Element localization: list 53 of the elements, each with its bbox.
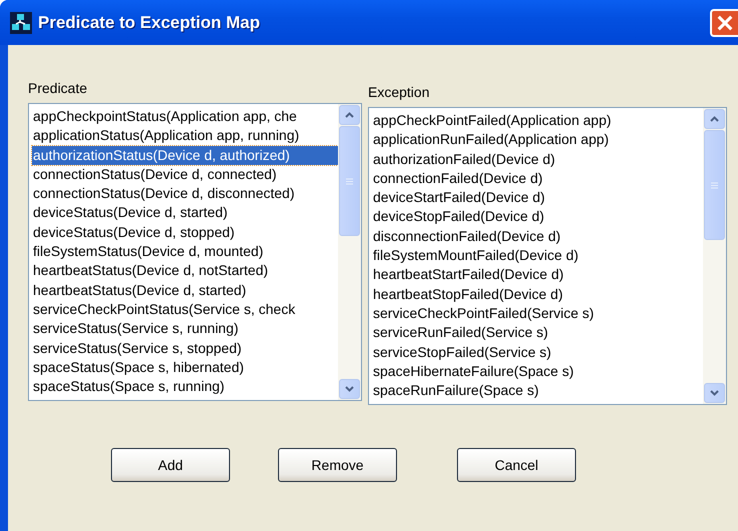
list-item[interactable]: heartbeatStatus(Device d, notStarted)	[32, 261, 338, 281]
list-item[interactable]: connectionStatus(Device d, connected)	[32, 164, 338, 184]
list-item[interactable]: fileSystemMountFailed(Device d)	[372, 246, 703, 266]
close-icon	[716, 12, 734, 32]
list-item[interactable]: authorizationFailed(Device d)	[372, 150, 703, 169]
scroll-up-button[interactable]	[339, 105, 360, 125]
list-item[interactable]: heartbeatStopFailed(Device d)	[372, 284, 703, 304]
list-item[interactable]: connectionStatus(Device d, disconnected)	[32, 184, 338, 204]
scrollbar[interactable]	[338, 104, 361, 400]
list-item[interactable]: serviceStatus(Service s, stopped)	[32, 338, 338, 358]
scroll-thumb[interactable]	[339, 126, 360, 236]
list-item[interactable]: disconnectionFailed(Device d)	[372, 226, 703, 246]
list-item[interactable]: serviceRunFailed(Service s)	[372, 323, 703, 343]
list-item[interactable]: spaceStatus(Space s, hibernated)	[32, 358, 338, 378]
list-item[interactable]: serviceCheckPointStatus(Service s, check	[32, 300, 338, 320]
scroll-down-icon	[345, 386, 354, 392]
scroll-down-icon	[710, 390, 719, 396]
list-item[interactable]: heartbeatStartFailed(Device d)	[372, 265, 703, 285]
list-item[interactable]: connectionFailed(Device d)	[372, 168, 703, 188]
list-label: Predicate	[28, 79, 88, 98]
dialog-button[interactable]: Cancel	[457, 448, 576, 482]
list-item[interactable]: spaceStatus(Space s, running)	[32, 377, 338, 396]
list-label: Exception	[368, 83, 430, 102]
list-item[interactable]: authorizationStatus(Device d, authorized)	[32, 146, 338, 165]
scroll-up-icon	[345, 112, 354, 118]
dialog-button[interactable]: Add	[111, 448, 230, 482]
list-item[interactable]: serviceStatus(Service s, running)	[32, 319, 338, 339]
list-item[interactable]: fileSystemStatus(Device d, mounted)	[32, 242, 338, 262]
dialog-button[interactable]: Remove	[278, 448, 397, 482]
list-item[interactable]: spaceRunFailure(Space s)	[372, 381, 703, 400]
list-item[interactable]: serviceCheckPointFailed(Service s)	[372, 304, 703, 324]
list-item[interactable]: deviceStopFailed(Device d)	[372, 207, 703, 227]
scrollbar[interactable]	[703, 108, 726, 404]
list-item[interactable]: deviceStatus(Device d, stopped)	[32, 222, 338, 242]
list-item[interactable]: deviceStartFailed(Device d)	[372, 188, 703, 208]
scroll-thumb[interactable]	[704, 130, 725, 240]
list-item[interactable]: applicationStatus(Application app, running)	[32, 126, 338, 146]
grip-icon	[711, 182, 718, 188]
list-item[interactable]: heartbeatStatus(Device d, started)	[32, 280, 338, 300]
list-item[interactable]: serviceStopFailed(Service s)	[372, 342, 703, 362]
list-item[interactable]: applicationRunFailed(Application app)	[372, 130, 703, 150]
scroll-up-icon	[710, 116, 719, 122]
list-item[interactable]: spaceHibernateFailure(Space s)	[372, 362, 703, 382]
scroll-down-button[interactable]	[704, 383, 725, 403]
list-item[interactable]: appCheckPointFailed(Application app)	[372, 111, 703, 130]
grip-icon	[346, 178, 353, 184]
scroll-down-button[interactable]	[339, 379, 360, 399]
app-icon	[10, 12, 32, 34]
list-item[interactable]: deviceStatus(Device d, started)	[32, 203, 338, 223]
scroll-up-button[interactable]	[704, 109, 725, 129]
list-item[interactable]: appCheckpointStatus(Application app, che	[32, 107, 338, 126]
window-title: Predicate to Exception Map	[38, 12, 261, 34]
close-button[interactable]	[710, 8, 738, 36]
